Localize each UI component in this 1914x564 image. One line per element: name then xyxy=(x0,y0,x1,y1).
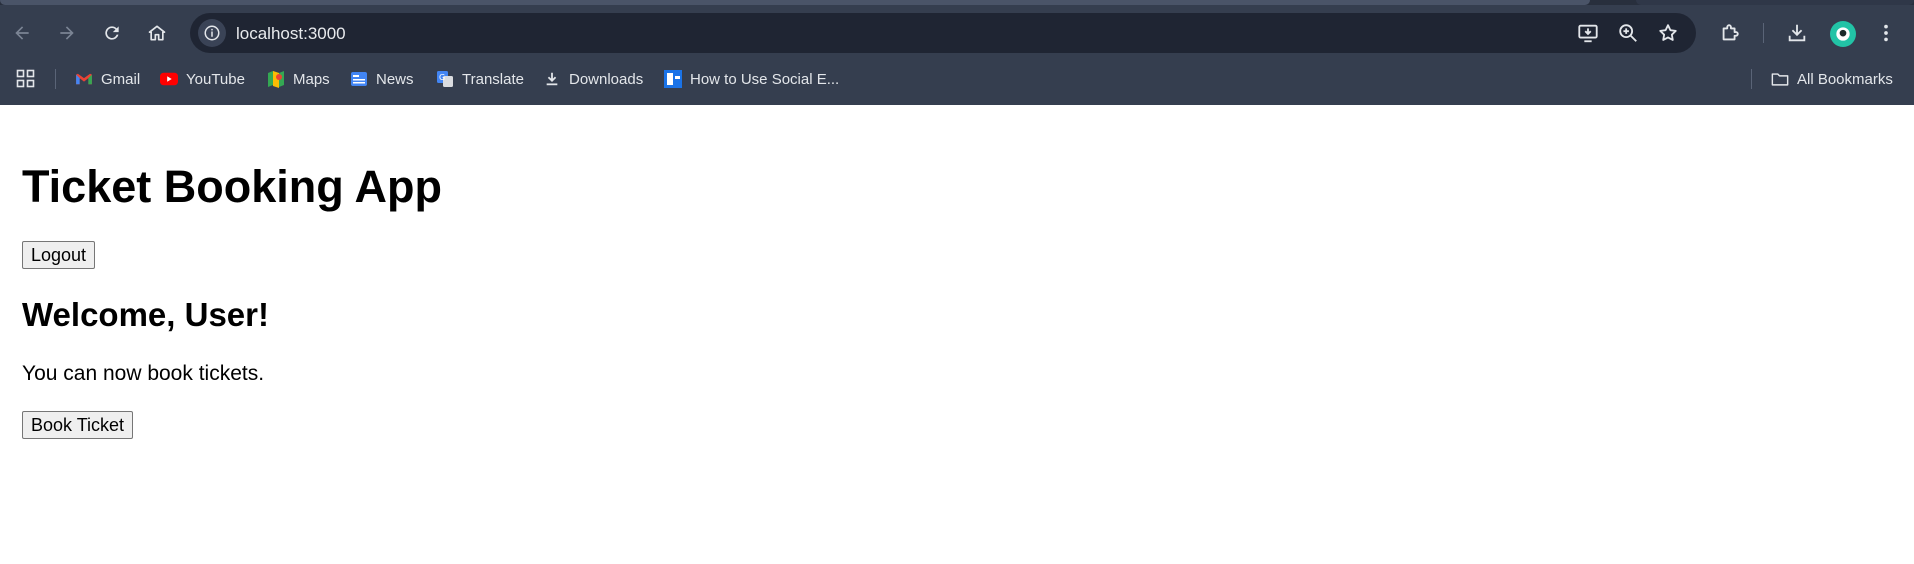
menu-button[interactable] xyxy=(1872,19,1900,47)
book-ticket-button[interactable]: Book Ticket xyxy=(22,411,134,439)
bookmark-label: Downloads xyxy=(569,70,644,88)
bookmark-label: Maps xyxy=(293,70,330,88)
site-info-button[interactable] xyxy=(198,19,226,47)
news-icon xyxy=(350,70,368,88)
download-icon xyxy=(543,70,561,88)
browser-chrome: localhost:3000 Gmail YouTube Maps News G… xyxy=(0,0,1914,105)
url-text[interactable]: localhost:3000 xyxy=(236,24,346,44)
info-icon xyxy=(204,25,220,41)
svg-text:G: G xyxy=(439,73,445,82)
toolbar-divider xyxy=(1763,23,1764,43)
all-bookmarks-button[interactable]: All Bookmarks xyxy=(1771,67,1893,91)
downloads-button[interactable] xyxy=(1783,19,1811,47)
avatar-face-icon xyxy=(1836,27,1850,41)
youtube-icon xyxy=(160,70,178,88)
bookmark-translate[interactable]: G Translate xyxy=(436,67,524,91)
apps-grid-icon xyxy=(16,69,35,88)
bookmarks-bar: Gmail YouTube Maps News G Translate Down… xyxy=(0,61,1914,97)
bookmark-label: Translate xyxy=(462,70,524,88)
zoom-button[interactable] xyxy=(1616,21,1640,45)
bookmark-star-button[interactable] xyxy=(1656,21,1680,45)
bookmark-label: News xyxy=(376,70,414,88)
bookmark-downloads[interactable]: Downloads xyxy=(543,67,643,91)
bookmark-label: Gmail xyxy=(101,70,141,88)
toolbar: localhost:3000 xyxy=(0,5,1914,61)
bookmark-label: How to Use Social E... xyxy=(690,70,840,88)
back-arrow-icon xyxy=(15,26,29,40)
bookmark-label: YouTube xyxy=(186,70,245,88)
bookmark-how-to-use-social[interactable]: How to Use Social E... xyxy=(664,67,839,91)
install-app-button[interactable] xyxy=(1576,21,1600,45)
download-icon xyxy=(1788,24,1806,42)
bookmark-news[interactable]: News xyxy=(350,67,414,91)
translate-icon: G xyxy=(436,70,454,88)
home-button[interactable] xyxy=(139,15,175,51)
bookmarks-divider-right xyxy=(1751,69,1752,89)
apps-button[interactable] xyxy=(16,67,36,91)
extensions-button[interactable] xyxy=(1716,19,1744,47)
home-icon xyxy=(148,25,166,41)
reload-icon xyxy=(105,26,119,40)
maps-icon xyxy=(267,70,285,88)
logout-button[interactable]: Logout xyxy=(22,241,96,269)
welcome-heading: Welcome, User! xyxy=(22,296,269,333)
puzzle-icon xyxy=(1722,24,1739,41)
forward-button[interactable] xyxy=(49,15,85,51)
star-icon xyxy=(1659,24,1677,41)
page-content: Ticket Booking App Logout Welcome, User!… xyxy=(0,105,1914,564)
more-vert-icon xyxy=(1884,24,1888,42)
reload-button[interactable] xyxy=(94,15,130,51)
zoom-in-icon xyxy=(1619,24,1637,42)
bookmarks-divider xyxy=(55,69,56,89)
gmail-icon xyxy=(75,70,93,88)
page-favicon-icon xyxy=(664,70,682,88)
back-button[interactable] xyxy=(4,15,40,51)
folder-icon xyxy=(1771,70,1789,88)
bookmark-youtube[interactable]: YouTube xyxy=(160,67,245,91)
status-message: You can now book tickets. xyxy=(22,362,265,385)
all-bookmarks-label: All Bookmarks xyxy=(1797,70,1893,88)
profile-avatar[interactable] xyxy=(1830,21,1856,47)
install-app-icon xyxy=(1578,24,1598,43)
bookmark-gmail[interactable]: Gmail xyxy=(75,67,140,91)
address-bar[interactable]: localhost:3000 xyxy=(190,13,1696,53)
page-title: Ticket Booking App xyxy=(22,161,443,212)
bookmark-maps[interactable]: Maps xyxy=(267,67,330,91)
forward-arrow-icon xyxy=(60,26,74,40)
